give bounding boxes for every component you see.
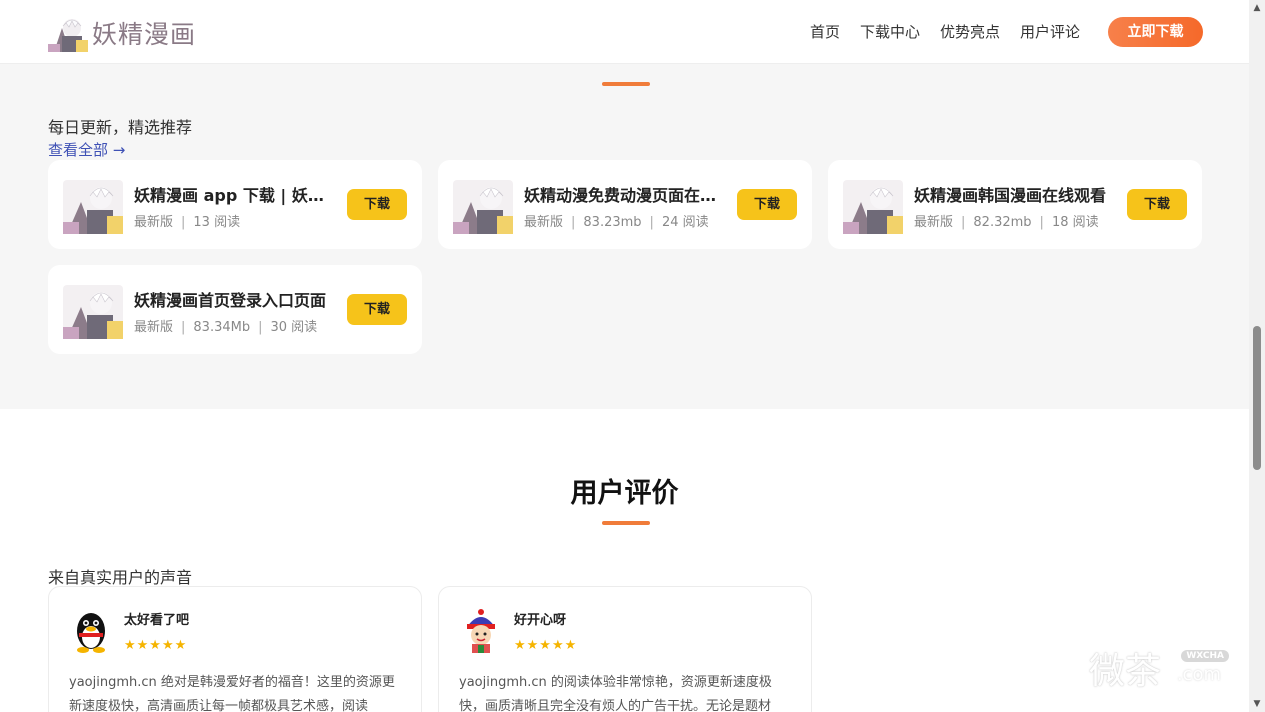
cartoon-avatar-icon xyxy=(467,609,495,653)
reviews-title: 用户评价 xyxy=(570,478,679,509)
meta-separator: | xyxy=(649,215,654,230)
app-thumbnail-icon xyxy=(63,180,123,234)
rating-stars: ★★★★★ xyxy=(514,638,578,653)
watermark-text: 微茶 xyxy=(1089,651,1162,692)
meta-separator: | xyxy=(961,215,966,230)
download-card[interactable]: 妖精动漫免费动漫页面在线看 最新版 | 83.23mb | 24 阅读 下载 xyxy=(438,160,812,249)
download-card[interactable]: 妖精漫画 app 下载 | 妖精漫画 最新版 | 13 阅读 下载 xyxy=(48,160,422,249)
meta-separator: | xyxy=(571,215,576,230)
nav-home[interactable]: 首页 xyxy=(810,17,840,47)
card-meta: 最新版 | 13 阅读 xyxy=(134,211,240,230)
download-card[interactable]: 妖精漫画首页登录入口页面 最新版 | 83.34Mb | 30 阅读 下载 xyxy=(48,265,422,354)
card-size: 83.34Mb xyxy=(193,320,251,335)
scrollbar-thumb[interactable] xyxy=(1253,326,1261,470)
card-reads: 30 阅读 xyxy=(270,320,318,335)
meta-separator: | xyxy=(1039,215,1044,230)
site-header: 妖精漫画 首页 下载中心 优势亮点 用户评论 立即下载 xyxy=(0,0,1249,64)
downloads-section: 每日更新，精选推荐 查看全部 → 妖精漫画 app 下载 | 妖精漫画 最新版 |… xyxy=(0,64,1249,409)
downloads-subtitle: 每日更新，精选推荐 xyxy=(48,118,193,137)
reviews-subtitle: 来自真实用户的声音 xyxy=(48,568,193,587)
card-version: 最新版 xyxy=(524,215,564,230)
nav-reviews[interactable]: 用户评论 xyxy=(1020,17,1080,47)
card-size: 82.32mb xyxy=(973,215,1032,230)
app-thumbnail-icon xyxy=(63,285,123,339)
download-button[interactable]: 下载 xyxy=(347,294,407,325)
reviewer-name: 好开心呀 xyxy=(514,613,567,628)
view-all-link[interactable]: 查看全部 → xyxy=(48,139,125,160)
meta-separator: | xyxy=(258,320,263,335)
meta-separator: | xyxy=(181,320,186,335)
logo-text: 妖精漫画 xyxy=(92,20,197,49)
card-title: 妖精漫画 app 下载 | 妖精漫画 xyxy=(134,186,334,205)
download-card[interactable]: 妖精漫画韩国漫画在线观看 最新版 | 82.32mb | 18 阅读 下载 xyxy=(828,160,1202,249)
card-meta: 最新版 | 83.23mb | 24 阅读 xyxy=(524,211,709,230)
section-accent-bar xyxy=(602,521,650,525)
site-logo[interactable]: 妖精漫画 xyxy=(48,14,196,52)
download-button[interactable]: 下载 xyxy=(347,189,407,220)
vertical-scrollbar[interactable]: ▲ ▼ xyxy=(1249,0,1265,712)
review-card: 好开心呀 ★★★★★ yaojingmh.cn 的阅读体验非常惊艳，资源更新速度… xyxy=(438,586,812,712)
review-card: 太好看了吧 ★★★★★ yaojingmh.cn 绝对是韩漫爱好者的福音！这里的… xyxy=(48,586,422,712)
card-version: 最新版 xyxy=(134,320,174,335)
card-reads: 18 阅读 xyxy=(1051,215,1099,230)
card-title: 妖精漫画首页登录入口页面 xyxy=(134,291,327,310)
meta-separator: | xyxy=(181,215,186,230)
card-title: 妖精漫画韩国漫画在线观看 xyxy=(914,186,1107,205)
card-meta: 最新版 | 83.34Mb | 30 阅读 xyxy=(134,316,317,335)
reviewer-name: 太好看了吧 xyxy=(124,613,190,628)
watermark-badge: WXCHA xyxy=(1181,650,1229,662)
review-text: yaojingmh.cn 绝对是韩漫爱好者的福音！这里的资源更新速度极快，高清画… xyxy=(69,675,395,712)
card-reads: 13 阅读 xyxy=(193,215,241,230)
reviews-section: 用户评价 来自真实用户的声音 太好看了吧 ★★★★★ yaojingmh.cn … xyxy=(0,409,1249,712)
nav-highlights[interactable]: 优势亮点 xyxy=(940,17,1000,47)
app-thumbnail-icon xyxy=(843,180,903,234)
watermark-com: .com xyxy=(1176,664,1221,685)
main-nav: 首页 下载中心 优势亮点 用户评论 立即下载 xyxy=(810,17,1203,47)
card-size: 83.23mb xyxy=(583,215,642,230)
download-button[interactable]: 下载 xyxy=(737,189,797,220)
card-reads: 24 阅读 xyxy=(661,215,709,230)
scroll-down-arrow-icon[interactable]: ▼ xyxy=(1249,696,1265,712)
nav-download-center[interactable]: 下载中心 xyxy=(860,17,920,47)
scroll-up-arrow-icon[interactable]: ▲ xyxy=(1249,0,1265,16)
logo-anime-icon xyxy=(48,14,88,52)
penguin-avatar-icon xyxy=(77,613,105,653)
review-text: yaojingmh.cn 的阅读体验非常惊艳，资源更新速度极快，画质清晰且完全没… xyxy=(459,675,772,712)
card-meta: 最新版 | 82.32mb | 18 阅读 xyxy=(914,211,1099,230)
page-viewport: 妖精漫画 首页 下载中心 优势亮点 用户评论 立即下载 每日更新，精选推荐 查看… xyxy=(0,0,1249,712)
app-thumbnail-icon xyxy=(453,180,513,234)
rating-stars: ★★★★★ xyxy=(124,638,188,653)
download-now-button[interactable]: 立即下载 xyxy=(1108,17,1203,47)
card-version: 最新版 xyxy=(914,215,954,230)
card-version: 最新版 xyxy=(134,215,174,230)
section-accent-bar xyxy=(602,82,650,86)
download-button[interactable]: 下载 xyxy=(1127,189,1187,220)
site-watermark: 微茶 WXCHA .com xyxy=(1089,642,1229,692)
card-title: 妖精动漫免费动漫页面在线看 xyxy=(524,186,724,205)
